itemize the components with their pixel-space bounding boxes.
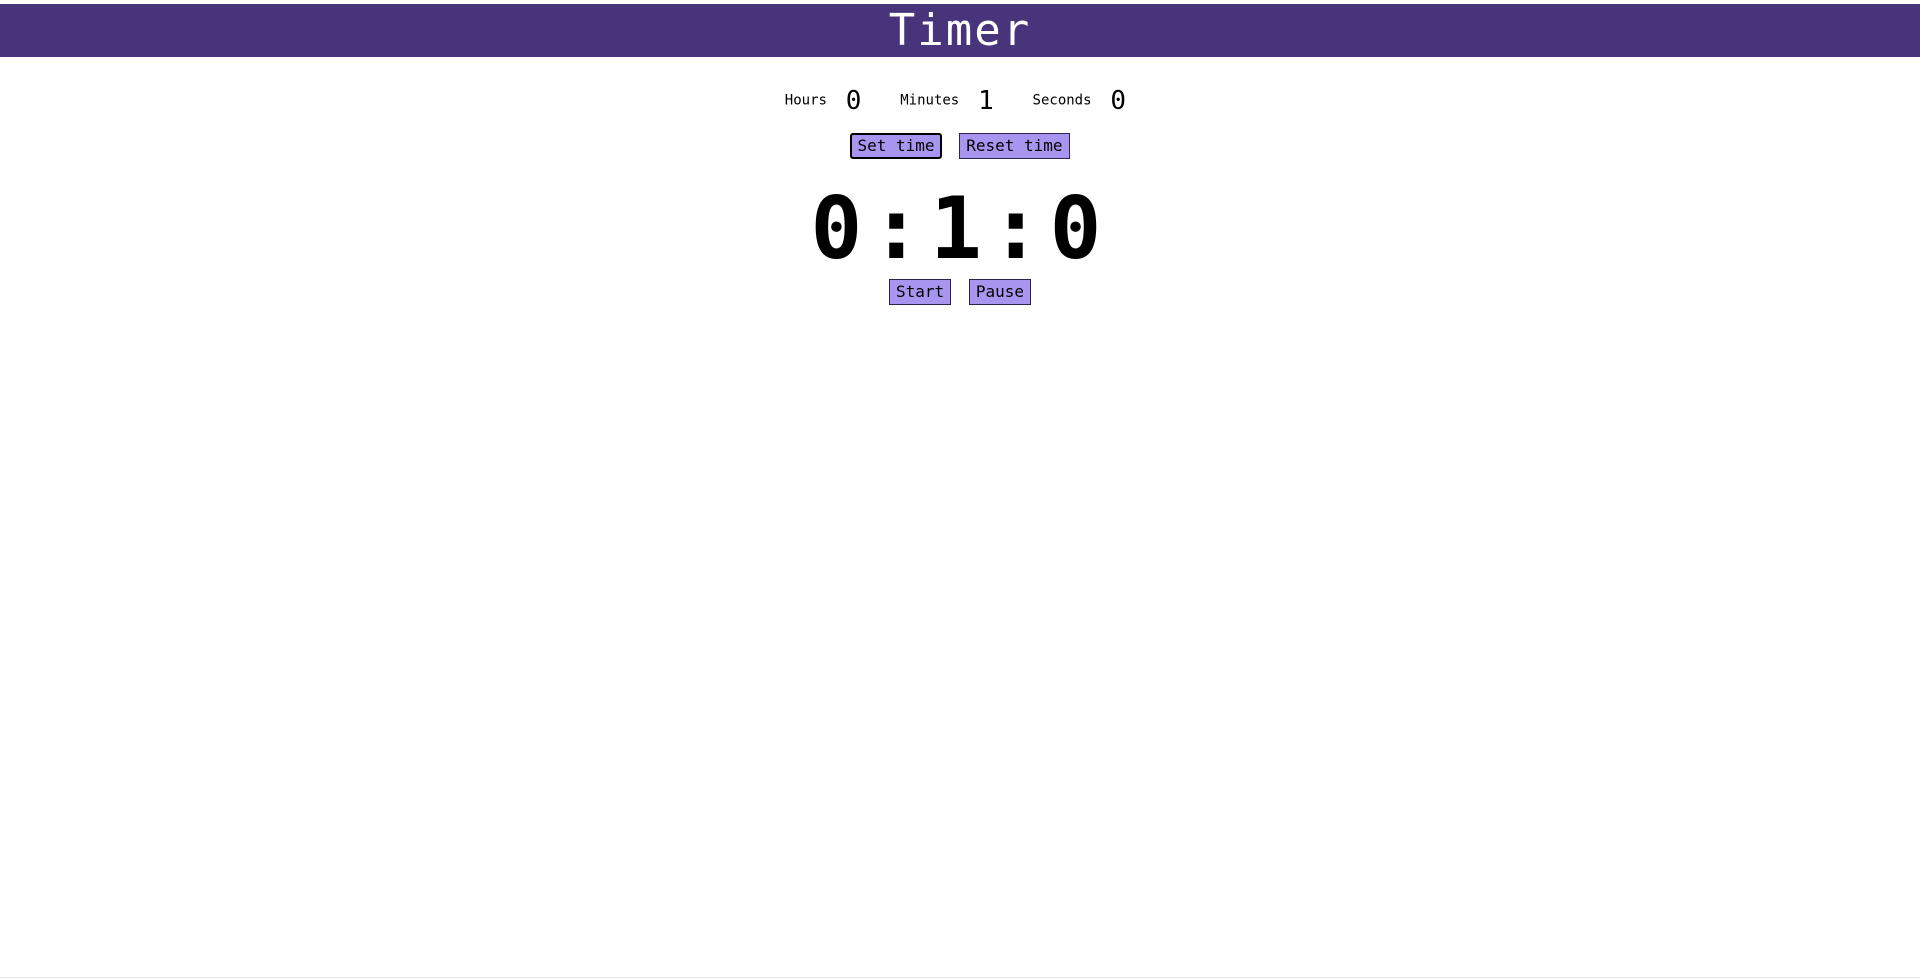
- reset-time-button[interactable]: Reset time: [959, 133, 1070, 159]
- minutes-field: Minutes 1: [900, 83, 1003, 118]
- hours-input[interactable]: 0: [837, 84, 871, 118]
- app-header: Timer: [0, 4, 1920, 57]
- timer-display: 0:1:0: [810, 179, 1110, 279]
- set-time-button[interactable]: Set time: [850, 133, 942, 159]
- start-button[interactable]: Start: [889, 279, 952, 305]
- seconds-input[interactable]: 0: [1101, 84, 1135, 118]
- hours-label: Hours: [784, 92, 827, 109]
- seconds-field: Seconds 0: [1033, 83, 1136, 118]
- pause-button[interactable]: Pause: [968, 279, 1031, 305]
- timer-controls: Start Pause: [0, 279, 1920, 305]
- minutes-label: Minutes: [900, 92, 960, 109]
- minutes-input[interactable]: 1: [969, 84, 1003, 118]
- hours-field: Hours 0: [785, 83, 871, 118]
- set-actions: Set time Reset time: [0, 133, 1920, 159]
- page-title: Timer: [888, 5, 1032, 56]
- time-inputs: Hours 0 Minutes 1 Seconds 0: [0, 83, 1920, 117]
- seconds-label: Seconds: [1032, 92, 1092, 109]
